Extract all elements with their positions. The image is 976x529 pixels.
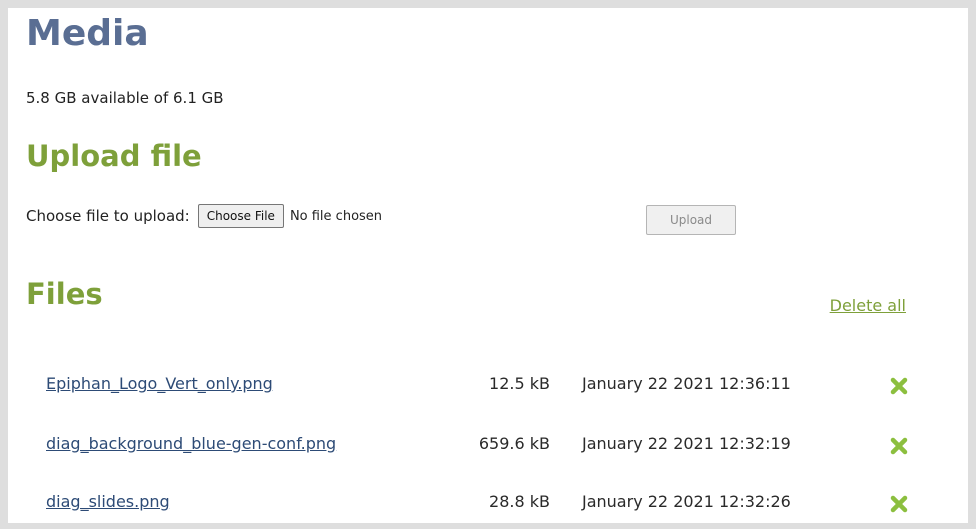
delete-file-icon[interactable] bbox=[888, 435, 910, 457]
green-x-icon bbox=[890, 437, 908, 455]
file-row: diag_background_blue-gen-conf.png 659.6 … bbox=[8, 434, 976, 458]
file-name-link[interactable]: diag_background_blue-gen-conf.png bbox=[46, 434, 336, 453]
file-name-link[interactable]: diag_slides.png bbox=[46, 492, 170, 511]
file-date: January 22 2021 12:32:19 bbox=[582, 434, 791, 453]
storage-status: 5.8 GB available of 6.1 GB bbox=[26, 89, 224, 107]
choose-file-button[interactable]: Choose File bbox=[197, 204, 284, 228]
green-x-icon bbox=[890, 495, 908, 513]
file-date: January 22 2021 12:32:26 bbox=[582, 492, 791, 511]
file-row: Epiphan_Logo_Vert_only.png 12.5 kB Janua… bbox=[8, 374, 976, 398]
file-size: 12.5 kB bbox=[489, 374, 550, 393]
upload-button[interactable]: Upload bbox=[646, 205, 736, 235]
files-heading: Files bbox=[26, 277, 103, 311]
media-panel: Media 5.8 GB available of 6.1 GB Upload … bbox=[0, 0, 976, 529]
upload-row: Choose file to upload: Choose File No fi… bbox=[26, 203, 382, 229]
green-x-icon bbox=[890, 377, 908, 395]
delete-all-link[interactable]: Delete all bbox=[830, 296, 906, 315]
delete-file-icon[interactable] bbox=[888, 375, 910, 397]
upload-file-heading: Upload file bbox=[26, 139, 202, 173]
delete-file-icon[interactable] bbox=[888, 493, 910, 515]
file-name-link[interactable]: Epiphan_Logo_Vert_only.png bbox=[46, 374, 273, 393]
file-row: diag_slides.png 28.8 kB January 22 2021 … bbox=[8, 492, 976, 516]
file-size: 28.8 kB bbox=[489, 492, 550, 511]
media-heading: Media bbox=[26, 13, 149, 54]
file-date: January 22 2021 12:36:11 bbox=[582, 374, 791, 393]
choose-file-label: Choose file to upload: bbox=[26, 207, 190, 225]
no-file-chosen-text: No file chosen bbox=[289, 208, 383, 224]
file-size: 659.6 kB bbox=[478, 434, 550, 453]
